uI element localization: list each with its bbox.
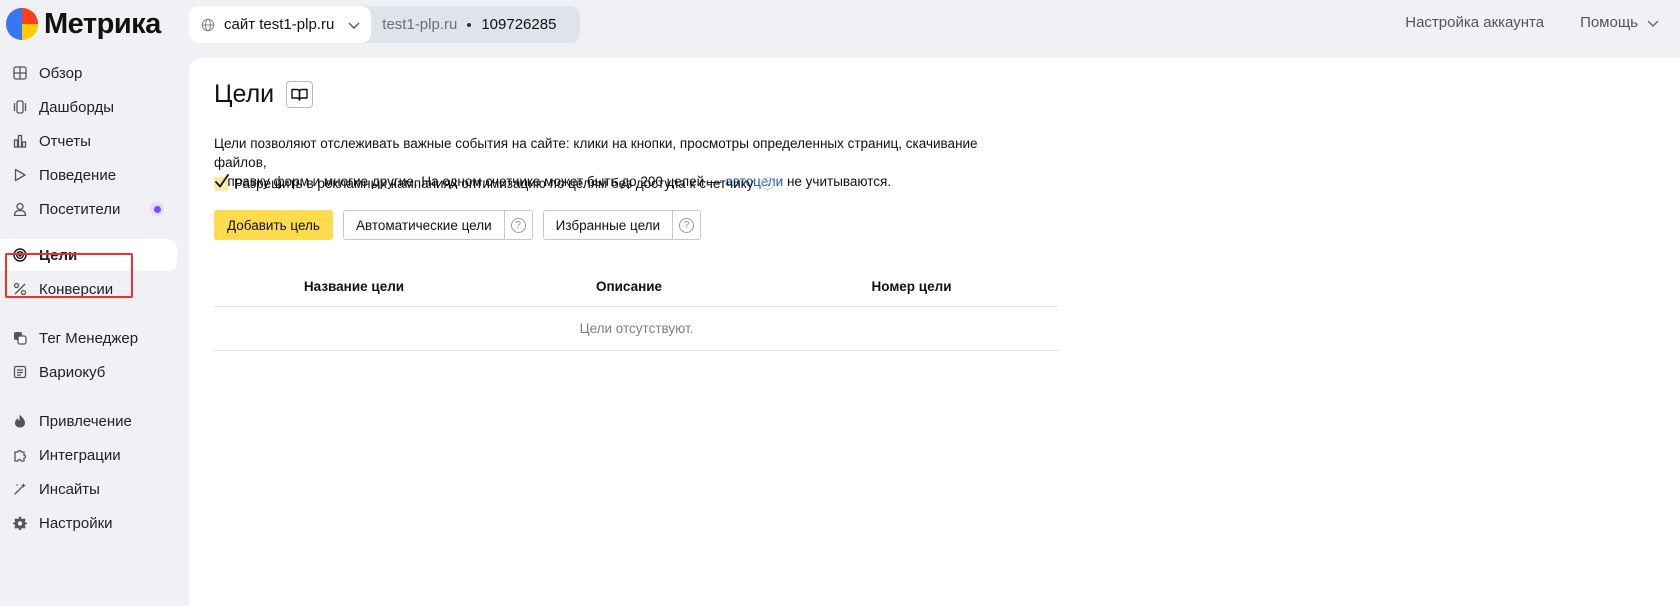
sidebar-item-behavior[interactable]: Поведение bbox=[0, 159, 177, 191]
sidebar-item-label: Интеграции bbox=[39, 446, 121, 464]
counter-switcher: сайт test1-plp.ru test1-plp.ru 109726285 bbox=[189, 6, 581, 43]
column-header-description[interactable]: Описание bbox=[494, 268, 764, 307]
optimization-label[interactable]: Разрешить в рекламных кампаниях оптимиза… bbox=[234, 176, 753, 191]
checkmark-icon bbox=[215, 173, 229, 187]
site-select[interactable]: сайт test1-plp.ru bbox=[189, 6, 372, 43]
page-title: Цели bbox=[214, 80, 275, 108]
variocube-icon bbox=[13, 365, 27, 379]
sidebar-item-label: Посетители bbox=[39, 200, 121, 218]
play-icon bbox=[14, 168, 26, 182]
goals-toolbar: Добавить цель Автоматические цели ? Избр… bbox=[214, 210, 702, 240]
tag-manager-icon bbox=[14, 332, 27, 345]
logo-text: Метрика bbox=[44, 7, 161, 40]
grid-icon bbox=[13, 66, 27, 80]
insights-icon bbox=[14, 483, 26, 495]
add-goal-button[interactable]: Добавить цель bbox=[214, 210, 333, 240]
sidebar: Обзор Дашборды Отчеты Поведение Посетите… bbox=[0, 58, 189, 606]
counter-domain: test1-plp.ru bbox=[382, 16, 458, 33]
column-header-goal-name[interactable]: Название цели bbox=[214, 268, 494, 307]
auto-goals-button[interactable]: Автоматические цели bbox=[342, 210, 505, 240]
description-tail: не учитываются. bbox=[783, 174, 892, 189]
sidebar-item-conversions[interactable]: Конверсии bbox=[0, 273, 177, 305]
docs-button[interactable] bbox=[286, 81, 314, 108]
sidebar-item-insights[interactable]: Инсайты bbox=[0, 473, 177, 505]
favorite-goals-button[interactable]: Избранные цели bbox=[542, 210, 674, 240]
counter-info[interactable]: test1-plp.ru 109726285 bbox=[371, 6, 580, 43]
sidebar-item-acquisition[interactable]: Привлечение bbox=[0, 405, 177, 437]
optimization-checkbox[interactable] bbox=[214, 173, 229, 191]
sidebar-item-dashboards[interactable]: Дашборды bbox=[0, 91, 177, 123]
sidebar-item-reports[interactable]: Отчеты bbox=[0, 125, 177, 157]
dashboards-icon bbox=[13, 100, 27, 114]
sidebar-item-label: Привлечение bbox=[39, 412, 132, 430]
favorite-goals-help-button[interactable]: ? bbox=[673, 210, 702, 240]
sidebar-item-label: Тег Менеджер bbox=[39, 329, 139, 347]
sidebar-item-label: Конверсии bbox=[39, 280, 114, 298]
separator-dot bbox=[467, 22, 472, 27]
account-settings-link[interactable]: Настройка аккаунта bbox=[1405, 14, 1544, 31]
goals-table: Название цели Описание Номер цели Цели о… bbox=[214, 268, 1059, 351]
site-select-label: сайт test1-plp.ru bbox=[224, 16, 335, 33]
help-label: Помощь bbox=[1580, 14, 1638, 31]
sidebar-item-integrations[interactable]: Интеграции bbox=[0, 439, 177, 471]
counter-id: 109726285 bbox=[481, 16, 557, 33]
favorite-goals-group: Избранные цели ? bbox=[542, 210, 702, 240]
description-line-1: Цели позволяют отслеживать важные событи… bbox=[214, 136, 978, 170]
optimization-option: Разрешить в рекламных кампаниях оптимиза… bbox=[214, 173, 775, 191]
new-badge-dot bbox=[150, 202, 164, 216]
flame-icon bbox=[15, 414, 25, 428]
puzzle-icon bbox=[14, 449, 27, 462]
sidebar-item-tag-manager[interactable]: Тег Менеджер bbox=[0, 322, 177, 354]
sidebar-item-label: Инсайты bbox=[39, 480, 100, 498]
sidebar-item-visitors[interactable]: Посетители bbox=[0, 193, 177, 225]
empty-state-text: Цели отсутствуют. bbox=[214, 306, 1059, 351]
help-menu[interactable]: Помощь bbox=[1580, 14, 1660, 31]
sidebar-item-variocube[interactable]: Вариокуб bbox=[0, 356, 177, 388]
table-row: Цели отсутствуют. bbox=[214, 306, 1059, 351]
main-content: Цели Цели позволяют отслеживать важные с… bbox=[189, 58, 1680, 606]
question-icon: ? bbox=[679, 217, 695, 233]
percent-icon bbox=[13, 282, 27, 296]
page-header: Цели bbox=[214, 80, 314, 109]
sidebar-item-label: Дашборды bbox=[39, 98, 114, 116]
question-icon: ? bbox=[510, 217, 526, 233]
sidebar-item-label: Поведение bbox=[39, 166, 117, 184]
book-icon bbox=[291, 88, 308, 101]
globe-icon bbox=[201, 18, 215, 31]
sidebar-item-label: Обзор bbox=[39, 64, 83, 82]
sidebar-item-label: Настройки bbox=[39, 514, 113, 532]
gear-icon bbox=[13, 516, 27, 530]
table-header-row: Название цели Описание Номер цели bbox=[214, 268, 1059, 307]
sidebar-item-overview[interactable]: Обзор bbox=[0, 57, 177, 89]
sidebar-item-goals[interactable]: Цели bbox=[0, 239, 177, 271]
person-icon bbox=[13, 202, 27, 216]
metrika-logo-icon bbox=[6, 8, 38, 40]
chevron-down-icon bbox=[348, 22, 360, 29]
auto-goals-help-button[interactable]: ? bbox=[504, 210, 533, 240]
sidebar-item-label: Отчеты bbox=[39, 132, 91, 150]
top-bar: Метрика сайт test1-plp.ru test1-plp.ru 1… bbox=[0, 0, 1680, 58]
sidebar-item-label: Цели bbox=[39, 246, 78, 264]
sidebar-item-settings[interactable]: Настройки bbox=[0, 507, 177, 539]
target-icon bbox=[13, 248, 27, 262]
sidebar-item-label: Вариокуб bbox=[39, 363, 106, 381]
column-header-goal-id[interactable]: Номер цели bbox=[764, 268, 1059, 307]
top-right-menu: Настройка аккаунта Помощь bbox=[1405, 14, 1660, 31]
chevron-down-icon bbox=[1647, 20, 1659, 27]
question-icon[interactable]: ? bbox=[761, 177, 775, 190]
auto-goals-group: Автоматические цели ? bbox=[342, 210, 533, 240]
bar-chart-icon bbox=[13, 134, 27, 148]
metrika-logo[interactable]: Метрика bbox=[6, 7, 161, 41]
